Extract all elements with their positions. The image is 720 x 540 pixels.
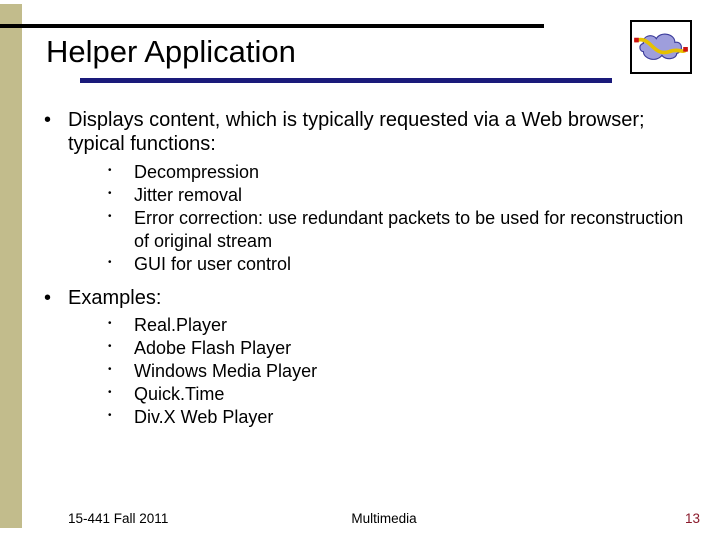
slide-body: Displays content, which is typically req… xyxy=(40,108,690,439)
sub-1-4: Div.X Web Player xyxy=(68,406,690,429)
network-cloud-icon xyxy=(630,20,692,74)
sub-1-0: Real.Player xyxy=(68,314,690,337)
bullet-1: Examples: Real.Player Adobe Flash Player… xyxy=(40,286,690,430)
footer-page: 13 xyxy=(685,511,700,526)
slide-title: Helper Application xyxy=(46,34,296,70)
sub-0-0: Decompression xyxy=(68,161,690,184)
sub-1-3: Quick.Time xyxy=(68,383,690,406)
sub-0-3: GUI for user control xyxy=(68,253,690,276)
title-underline-navy xyxy=(80,78,612,83)
bullet-0-text: Displays content, which is typically req… xyxy=(68,109,645,155)
top-rule xyxy=(0,24,544,28)
side-accent-bar xyxy=(0,4,22,528)
sub-0-2: Error correction: use redundant packets … xyxy=(68,207,690,253)
sub-0-1: Jitter removal xyxy=(68,184,690,207)
bullet-0: Displays content, which is typically req… xyxy=(40,108,690,276)
sub-1-1: Adobe Flash Player xyxy=(68,337,690,360)
footer-topic: Multimedia xyxy=(68,511,700,526)
bullet-1-text: Examples: xyxy=(68,287,161,309)
sub-1-2: Windows Media Player xyxy=(68,360,690,383)
